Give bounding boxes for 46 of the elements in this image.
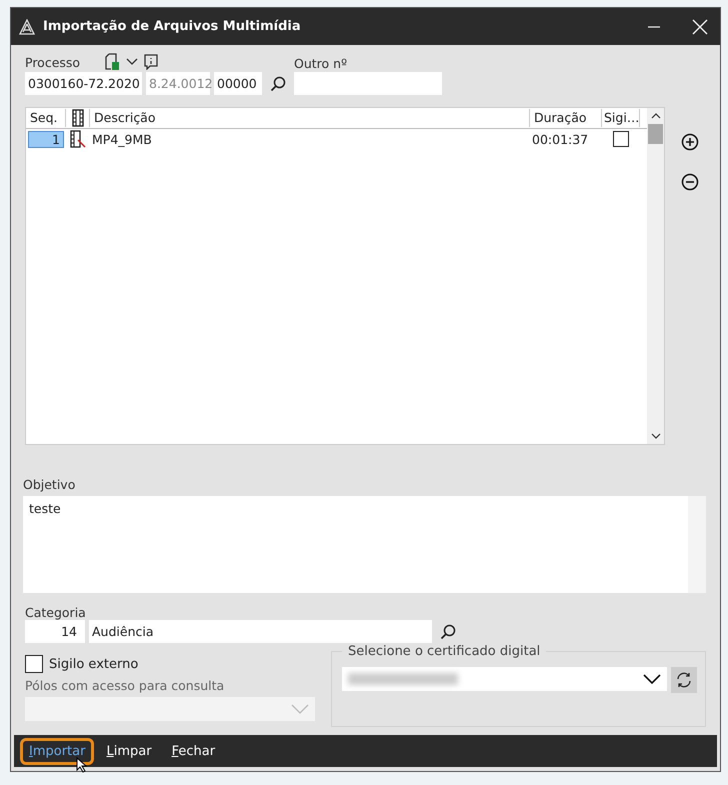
table-cell[interactable]: 1 xyxy=(28,130,64,148)
scrollbar[interactable] xyxy=(647,108,664,444)
refresh-icon xyxy=(675,671,693,689)
other-number-field[interactable] xyxy=(294,72,442,95)
checkbox[interactable] xyxy=(613,131,629,147)
scroll-up-icon[interactable] xyxy=(650,112,660,120)
document-icon[interactable] xyxy=(104,53,120,71)
action-button[interactable]: Fechar xyxy=(164,740,224,762)
court-code-field[interactable]: 8.24.0012 xyxy=(146,72,210,95)
close-icon[interactable] xyxy=(692,18,708,34)
suffix-field[interactable]: 00000 xyxy=(214,72,262,95)
add-icon[interactable] xyxy=(681,133,699,151)
action-button[interactable]: Limpar xyxy=(98,740,160,762)
category-name-field[interactable]: Audiência xyxy=(89,620,432,643)
table-cell-text: MP4_9MB xyxy=(91,132,153,146)
category-code-field[interactable]: 14 xyxy=(25,620,85,643)
chevron-down-icon xyxy=(291,704,309,714)
search-icon[interactable] xyxy=(270,76,286,92)
film-error-icon xyxy=(70,130,86,148)
film-icon xyxy=(72,109,84,127)
column-header[interactable]: Duração xyxy=(530,109,602,127)
field-label: Categoria xyxy=(25,605,87,620)
process-number-field[interactable]: 0300160-72.2020 xyxy=(25,72,142,95)
chevron-down-icon xyxy=(643,674,661,684)
remove-icon[interactable] xyxy=(681,173,699,191)
logo-icon xyxy=(19,18,35,34)
column-header[interactable]: Sigi… xyxy=(602,109,640,127)
objective-field[interactable]: teste xyxy=(23,496,706,593)
cursor-icon xyxy=(76,757,88,773)
group-title: Selecione o certificado digital xyxy=(342,644,546,659)
action-button[interactable]: Importar xyxy=(20,738,94,764)
info-icon[interactable] xyxy=(144,54,158,70)
field-label: Processo xyxy=(25,54,80,70)
column-header[interactable]: Descrição xyxy=(90,109,530,127)
scroll-down-icon[interactable] xyxy=(650,432,660,440)
field-label: Pólos com acesso para consulta xyxy=(25,678,226,693)
chevron-down-icon[interactable] xyxy=(126,57,138,67)
scrollbar-thumb[interactable] xyxy=(648,124,663,144)
column-header[interactable]: Seq. xyxy=(26,109,66,127)
checkbox[interactable]: Sigilo externo xyxy=(25,655,317,673)
refresh-button[interactable] xyxy=(671,667,697,693)
search-icon[interactable] xyxy=(440,624,456,640)
field-label: Objetivo xyxy=(23,477,76,492)
table-cell-text: 00:01:37 xyxy=(531,132,590,146)
field-label: Outro nº xyxy=(294,55,348,72)
window-title: Importação de Arquivos Multimídia xyxy=(43,19,302,34)
